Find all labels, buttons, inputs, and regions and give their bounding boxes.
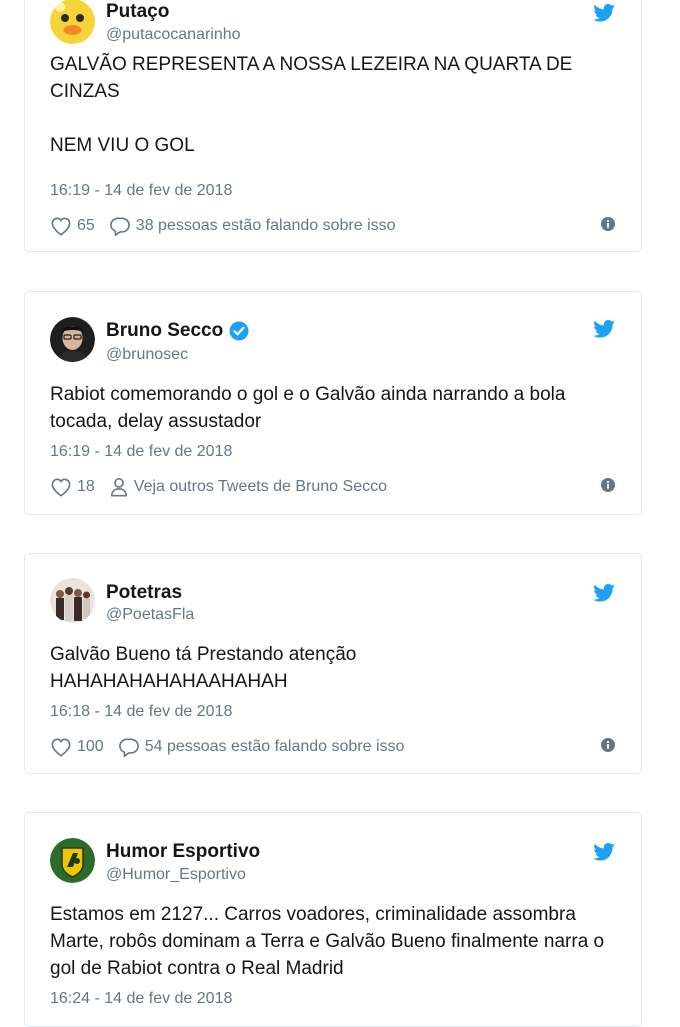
timestamp[interactable]: 16:18 - 14 de fev de 2018 (50, 703, 232, 721)
display-name[interactable]: Potetras (106, 582, 182, 604)
more-tweets-label: Veja outros Tweets de Bruno Secco (133, 478, 387, 495)
display-name[interactable]: Putaço (106, 1, 169, 23)
heart-icon (50, 477, 72, 497)
like-count: 100 (77, 738, 104, 755)
avatar[interactable] (50, 0, 95, 44)
timestamp[interactable]: 16:19 - 14 de fev de 2018 (50, 443, 232, 461)
comment-icon (109, 216, 131, 236)
conversation-label: 54 pessoas estão falando sobre isso (144, 738, 405, 755)
like-button[interactable]: 65 (50, 216, 95, 236)
tweet-text: GALVÃO REPRESENTA A NOSSA LEZEIRA NA QUA… (50, 54, 573, 156)
display-name[interactable]: Humor Esportivo (106, 841, 260, 863)
user-handle[interactable]: @putacocanarinho (106, 26, 241, 44)
tweet-text: Rabiot comemorando o gol e o Galvão aind… (50, 384, 566, 432)
like-button[interactable]: 100 (50, 737, 104, 757)
conversation-link[interactable]: 38 pessoas estão falando sobre isso (109, 216, 396, 236)
user-handle[interactable]: @brunosec (106, 346, 188, 364)
more-tweets-link[interactable]: Veja outros Tweets de Bruno Secco (109, 477, 387, 497)
twitter-bird-icon[interactable] (593, 4, 615, 22)
twitter-bird-icon[interactable] (593, 584, 615, 602)
user-handle[interactable]: @PoetasFla (106, 606, 194, 624)
display-name[interactable]: Bruno Secco (106, 320, 249, 342)
tweet-card: Bruno Secco @brunosec Rabiot comemorando… (24, 291, 642, 515)
avatar[interactable] (50, 317, 95, 362)
like-button[interactable]: 18 (50, 477, 95, 497)
person-icon (109, 477, 129, 497)
comment-icon (118, 737, 140, 757)
heart-icon (50, 737, 72, 757)
tweet-card: Putaço @putacocanarinho GALVÃO REPRESENT… (24, 0, 642, 252)
tweet-text: Galvão Bueno tá Prestando atenção HAHAHA… (50, 644, 357, 692)
like-count: 65 (77, 217, 95, 234)
tweet-text: Estamos em 2127... Carros voadores, crim… (50, 904, 605, 979)
info-icon[interactable] (601, 738, 615, 752)
heart-icon (50, 216, 72, 236)
info-icon[interactable] (601, 217, 615, 231)
twitter-bird-icon[interactable] (593, 843, 615, 861)
tweet-card: Potetras @PoetasFla Galvão Bueno tá Pres… (24, 553, 642, 774)
timestamp[interactable]: 16:24 - 14 de fev de 2018 (50, 990, 232, 1008)
timestamp[interactable]: 16:19 - 14 de fev de 2018 (50, 182, 232, 200)
tweet-actions: 100 54 pessoas estão falando sobre isso (50, 737, 615, 757)
avatar[interactable] (50, 838, 95, 883)
info-icon[interactable] (601, 478, 615, 492)
tweet-actions: 18 Veja outros Tweets de Bruno Secco (50, 477, 615, 497)
twitter-bird-icon[interactable] (593, 320, 615, 338)
avatar[interactable] (50, 578, 95, 623)
user-handle[interactable]: @Humor_Esportivo (106, 866, 246, 884)
conversation-label: 38 pessoas estão falando sobre isso (135, 217, 396, 234)
conversation-link[interactable]: 54 pessoas estão falando sobre isso (118, 737, 405, 757)
tweet-card: Humor Esportivo @Humor_Esportivo Estamos… (24, 812, 642, 1027)
verified-badge-icon (229, 321, 249, 341)
tweet-actions: 65 38 pessoas estão falando sobre isso (50, 216, 615, 236)
like-count: 18 (77, 478, 95, 495)
